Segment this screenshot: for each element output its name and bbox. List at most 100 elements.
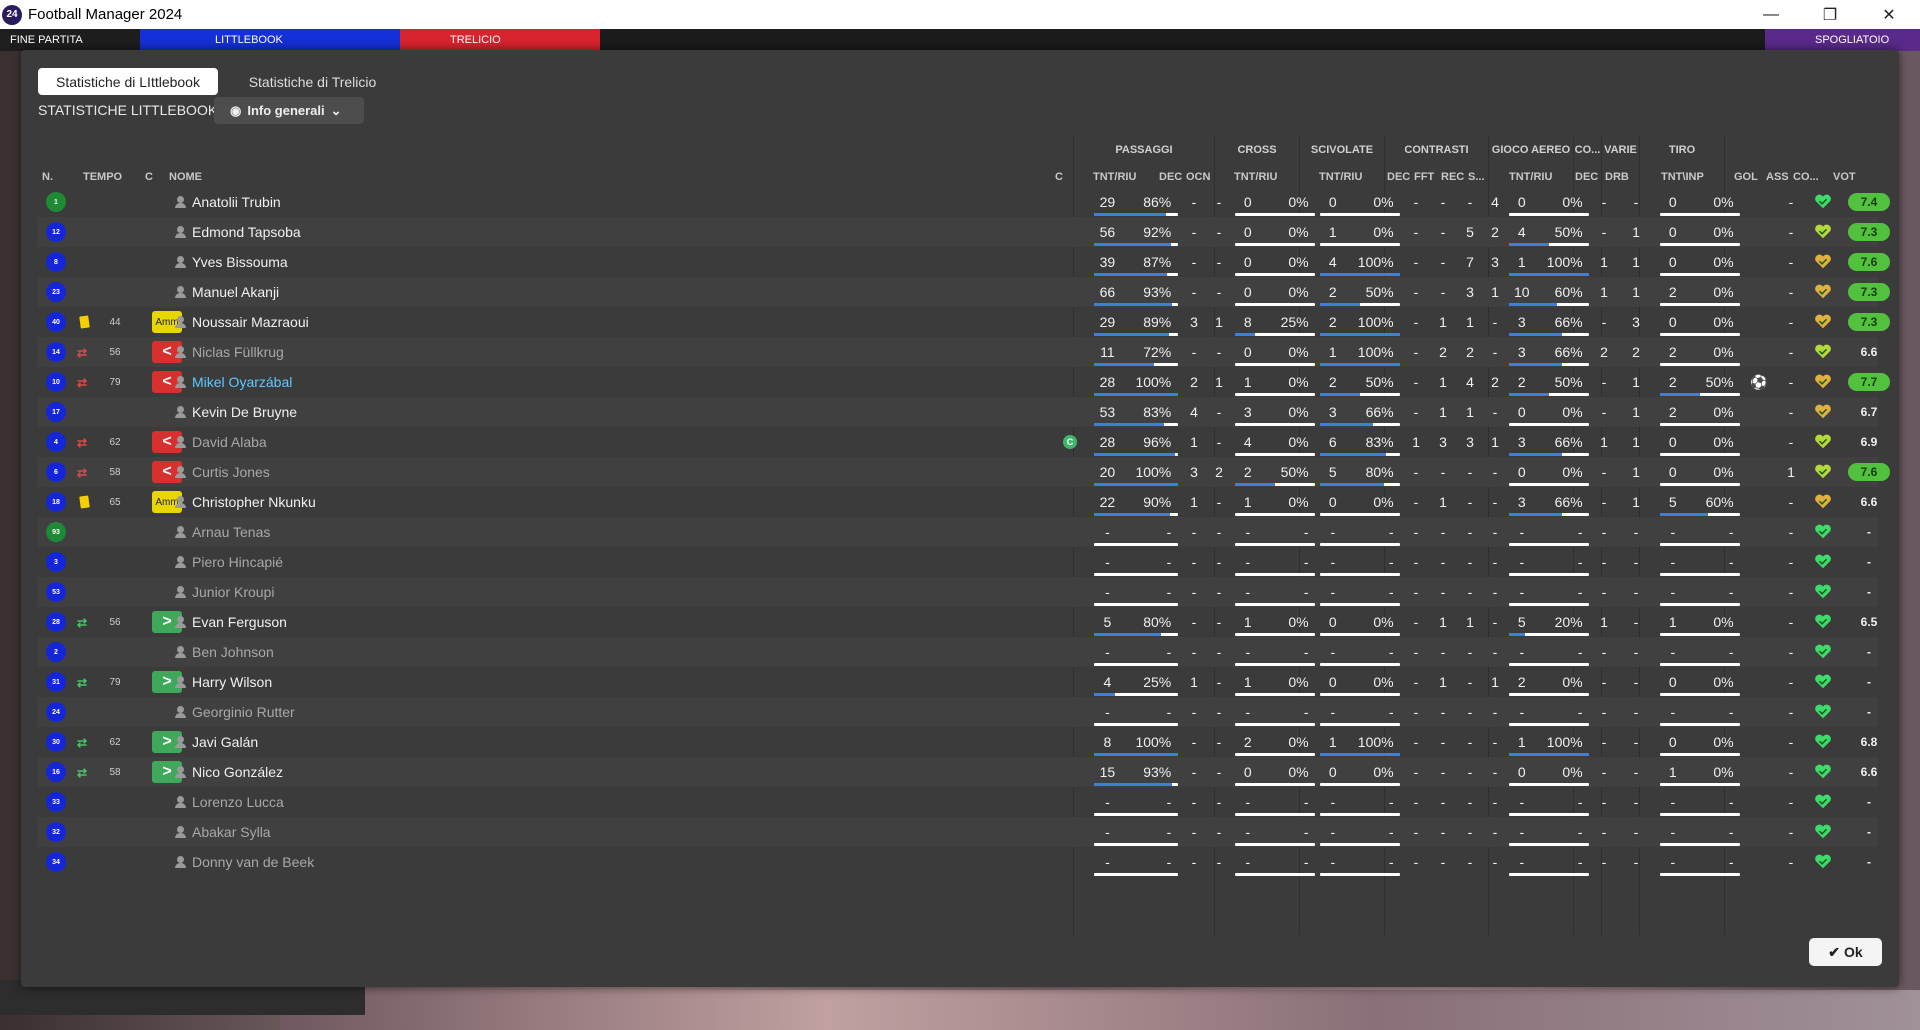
player-name[interactable]: Harry Wilson xyxy=(192,667,592,697)
co-dec: - xyxy=(1601,854,1607,870)
table-row[interactable]: 2 Ben Johnson - - - - - - - - - - - - - - - - - - - - xyxy=(38,637,1878,667)
table-row[interactable]: 10 ⇄ 79 < Mikel Oyarzábal 28 100% 2 1 1 0% 2 50% -1 4 2… xyxy=(38,367,1890,397)
player-name[interactable]: Lorenzo Lucca xyxy=(192,787,592,817)
view-dropdown[interactable]: ◉ Info generali ⌄ xyxy=(214,97,364,124)
col-pass-tnt-riu[interactable]: TNT/RIU xyxy=(1093,167,1136,187)
player-name[interactable]: Mikel Oyarzábal xyxy=(192,367,592,397)
rating-value: 7.6 xyxy=(1848,463,1890,481)
table-row[interactable]: 14 ⇄ 56 < Niclas Füllkrug 11 72% - -0 0% 1 100% -2 2-… xyxy=(38,337,1878,367)
table-row[interactable]: 4 ⇄ 62 < David Alaba C 28 96% 1-4 0% 6 83% 1 3 3 1 3 66% 1… xyxy=(38,427,1878,457)
minute-label: 56 xyxy=(109,616,121,628)
contrasti-rec: - xyxy=(1467,764,1473,780)
col-aereo-tnt-riu[interactable]: TNT/RIU xyxy=(1509,167,1552,187)
player-name[interactable]: Noussair Mazraoui xyxy=(192,307,592,337)
table-row[interactable]: 12 Edmond Tapsoba 56 92% - -0 0% 1 0% - -5 2 4 50% -1 0… xyxy=(38,217,1890,247)
maximize-button[interactable]: ❐ xyxy=(1801,0,1859,29)
table-row[interactable]: 23 Manuel Akanji 66 93% - -0 0% 2 50% - -3 1 10 60% 1 1… xyxy=(38,277,1890,307)
player-name[interactable]: Anatolii Trubin xyxy=(192,187,592,217)
away-team-tab[interactable]: TRELICIO xyxy=(400,29,600,51)
table-row[interactable]: 24 Georginio Rutter - - - - - - - - - - - - - - - - - - - - xyxy=(38,697,1878,727)
player-name[interactable]: Ben Johnson xyxy=(192,637,592,667)
player-name[interactable]: Evan Ferguson xyxy=(192,607,592,637)
table-row[interactable]: 8 Yves Bissouma 39 87% - -0 0% 4 100% - -7 3 1 100% 1 1… xyxy=(38,247,1890,277)
player-name[interactable]: Edmond Tapsoba xyxy=(192,217,592,247)
person-icon xyxy=(175,496,186,508)
aereo-bar-fill xyxy=(1509,513,1562,516)
table-row[interactable]: 1 Anatolii Trubin 29 86% - -0 0% 0 0% - - -4 0 0% - -0 0… xyxy=(38,187,1890,217)
table-row[interactable]: 3 Piero Hincapié - - - - - - - - - - - - - - - - - - - - xyxy=(38,547,1878,577)
contrasti-rec: - xyxy=(1467,584,1473,600)
player-name[interactable]: Nico González xyxy=(192,757,592,787)
match-end-label[interactable]: FINE PARTITA xyxy=(0,29,140,51)
tiro-bar xyxy=(1660,783,1740,786)
pass-bar xyxy=(1094,303,1178,306)
scivolate-bar xyxy=(1320,873,1400,876)
col-time[interactable]: TEMPO xyxy=(83,167,122,187)
dressing-room-tab[interactable]: SPOGLIATOIO xyxy=(1765,29,1920,51)
table-row[interactable]: 6 ⇄ 58 < Curtis Jones 20 100% 3 2 2 50% 5 80% - - - -0 0%… xyxy=(38,457,1890,487)
ok-button[interactable]: ✔ Ok xyxy=(1809,938,1882,966)
col-captain[interactable]: C xyxy=(1055,167,1063,187)
player-name[interactable]: Junior Kroupi xyxy=(192,577,592,607)
col-card[interactable]: C xyxy=(145,167,153,187)
col-gol[interactable]: GOL xyxy=(1734,167,1758,187)
table-row[interactable]: 31 ⇄ 79 > Harry Wilson 4 25% 1-1 0% 0 0% -1-1 2 0% - -0… xyxy=(38,667,1878,697)
shirt-icon: 8 xyxy=(46,252,66,272)
table-row[interactable]: 53 Junior Kroupi - - - - - - - - - - - - - - - - - - - - xyxy=(38,577,1878,607)
player-name[interactable]: Abakar Sylla xyxy=(192,817,592,847)
player-name[interactable]: Javi Galán xyxy=(192,727,592,757)
player-name[interactable]: Kevin De Bruyne xyxy=(192,397,592,427)
col-vot[interactable]: VOT xyxy=(1833,167,1856,187)
col-pass-ocn[interactable]: OCN xyxy=(1186,167,1210,187)
contrasti-rec: - xyxy=(1467,494,1473,510)
col-ass[interactable]: ASS xyxy=(1766,167,1789,187)
minimize-button[interactable]: — xyxy=(1742,0,1800,29)
col-scivolate-tnt-riu[interactable]: TNT/RIU xyxy=(1319,167,1362,187)
col-cross-tnt-riu[interactable]: TNT/RIU xyxy=(1234,167,1277,187)
col-co2[interactable]: CO... xyxy=(1793,167,1819,187)
col-contrasti-rec[interactable]: REC xyxy=(1441,167,1464,187)
table-row[interactable]: 93 Arnau Tenas - - - - - - - - - - - - - - - - - - - - xyxy=(38,517,1878,547)
contrasti-rec: - xyxy=(1467,644,1473,660)
col-contrasti-dec[interactable]: DEC xyxy=(1387,167,1410,187)
table-row[interactable]: 34 Donny van de Beek - - - - - - - - - - - - - - - - - - - - xyxy=(38,847,1878,877)
table-row[interactable]: 32 Abakar Sylla - - - - - - - - - - - - - - - - - - - - xyxy=(38,817,1878,847)
tab-littlebook-stats[interactable]: Statistiche di LIttlebook xyxy=(38,68,218,95)
col-varie-drb[interactable]: DRB xyxy=(1605,167,1629,187)
table-row[interactable]: 28 ⇄ 56 > Evan Ferguson 5 80% - -1 0% 0 0% -1 1-5 20% 1… xyxy=(38,607,1878,637)
morale-heart-icon xyxy=(1815,794,1831,809)
pass-dec: - xyxy=(1191,614,1197,630)
player-name[interactable]: Arnau Tenas xyxy=(192,517,592,547)
co-dec: - xyxy=(1601,374,1607,390)
table-row[interactable]: 30 ⇄ 62 > Javi Galán 8 100% - -2 0% 1 100% - - - -1 100%… xyxy=(38,727,1878,757)
player-name[interactable]: Donny van de Beek xyxy=(192,847,592,877)
player-name[interactable]: Georginio Rutter xyxy=(192,697,592,727)
player-name[interactable]: Curtis Jones xyxy=(192,457,592,487)
col-pass-dec[interactable]: DEC xyxy=(1159,167,1182,187)
table-row[interactable]: 40 44 Amm Noussair Mazraoui 29 89% 3 1 8 25% 2 100%… xyxy=(38,307,1890,337)
player-name[interactable]: Christopher Nkunku xyxy=(192,487,592,517)
col-name[interactable]: NOME xyxy=(169,167,202,187)
player-name[interactable]: Niclas Füllkrug xyxy=(192,337,592,367)
player-name[interactable]: Manuel Akanji xyxy=(192,277,592,307)
col-co-dec[interactable]: DEC xyxy=(1575,167,1598,187)
table-row[interactable]: 18 65 Amm Christopher Nkunku 22 90% 1-1 0% 0 0% -1… xyxy=(38,487,1878,517)
col-contrasti-s[interactable]: S... xyxy=(1468,167,1485,187)
player-name[interactable]: David Alaba xyxy=(192,427,592,457)
aereo-bar xyxy=(1509,483,1589,486)
shirt-icon: 53 xyxy=(46,582,66,602)
chevron-down-icon: ⌄ xyxy=(330,102,342,118)
table-row[interactable]: 17 Kevin De Bruyne 53 83% 4-3 0% 3 66% -1 1-0 0% -1… xyxy=(38,397,1878,427)
table-row[interactable]: 33 Lorenzo Lucca - - - - - - - - - - - - - - - - - - - - xyxy=(38,787,1878,817)
close-button[interactable]: ✕ xyxy=(1860,0,1918,29)
col-contrasti-fft[interactable]: FFT xyxy=(1414,167,1434,187)
person-icon xyxy=(175,256,186,268)
cross-bar xyxy=(1235,393,1315,396)
col-tiro-tnt-inp[interactable]: TNT\INP xyxy=(1661,167,1704,187)
home-team-tab[interactable]: LITTLEBOOK xyxy=(140,29,400,51)
player-name[interactable]: Piero Hincapié xyxy=(192,547,592,577)
player-name[interactable]: Yves Bissouma xyxy=(192,247,592,277)
table-row[interactable]: 16 ⇄ 58 > Nico González 15 93% - -0 0% 0 0% - - - -0 0% -… xyxy=(38,757,1878,787)
col-number[interactable]: N. xyxy=(42,167,53,187)
tab-trelicio-stats[interactable]: Statistiche di Trelicio xyxy=(225,68,400,95)
